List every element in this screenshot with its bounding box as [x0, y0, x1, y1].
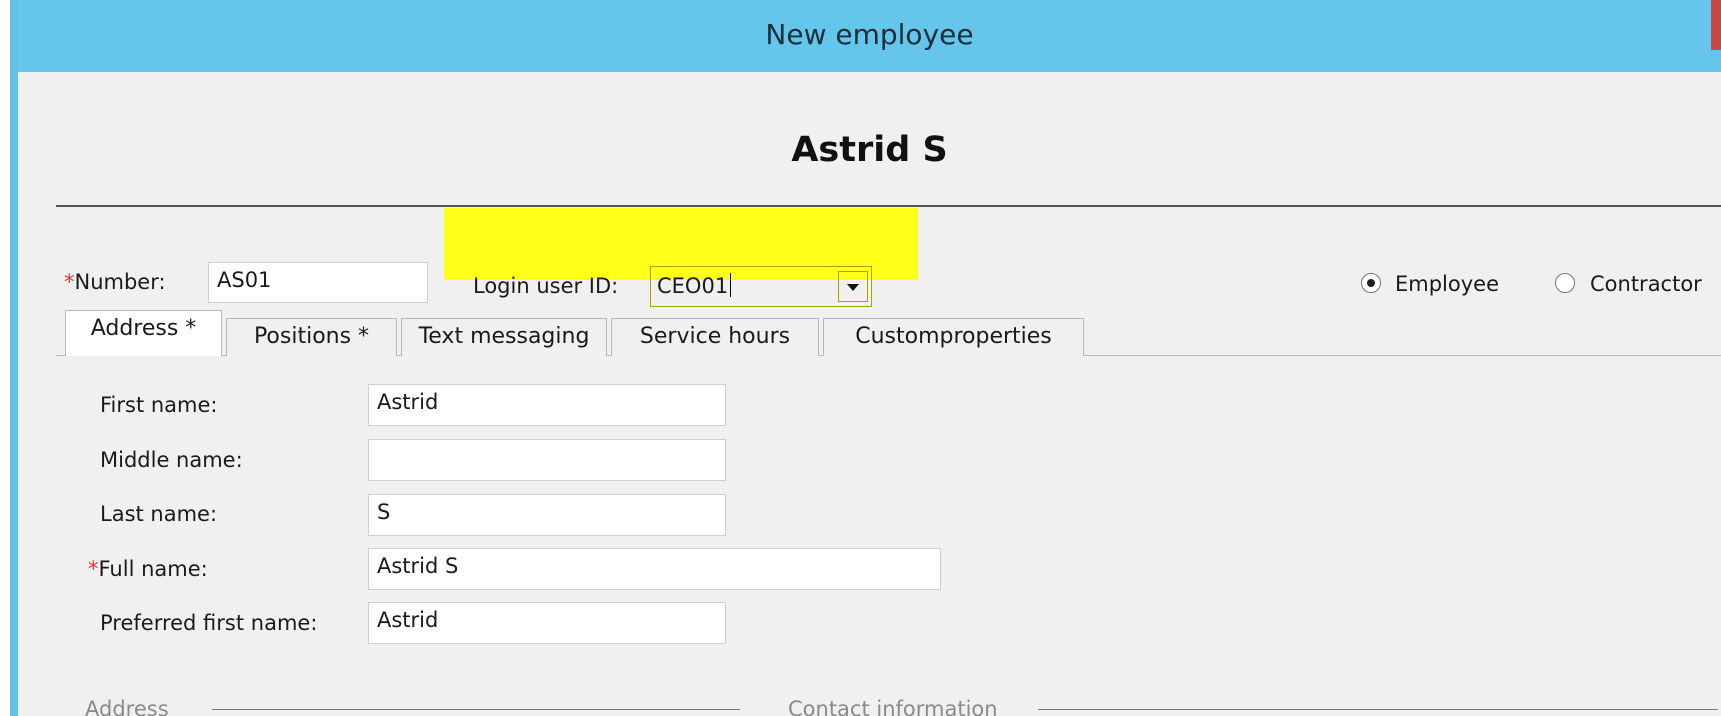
tab-address[interactable]: Address * — [65, 310, 222, 356]
window-title: New employee — [765, 18, 974, 51]
title-bar[interactable]: New employee — [18, 0, 1721, 72]
contact-section-rule — [1038, 709, 1718, 710]
full-name-input[interactable]: Astrid S — [368, 548, 941, 590]
tab-text-messaging[interactable]: Text messaging — [401, 318, 607, 356]
middle-name-label: Middle name: — [100, 448, 243, 472]
first-name-label: First name: — [100, 393, 218, 417]
tab-positions[interactable]: Positions * — [226, 318, 397, 356]
contractor-radio-label[interactable]: Contractor — [1590, 272, 1702, 296]
login-user-id-combobox[interactable]: CEO01 — [650, 266, 872, 307]
number-input[interactable]: AS01 — [208, 262, 428, 303]
number-label: *Number: — [64, 270, 166, 294]
address-section-rule — [212, 709, 740, 710]
close-button[interactable] — [1711, 0, 1721, 50]
employee-name-heading: Astrid S — [791, 130, 948, 170]
middle-name-input[interactable] — [368, 439, 726, 481]
first-name-input[interactable]: Astrid — [368, 384, 726, 426]
full-name-label: *Full name: — [88, 557, 208, 581]
new-employee-window: New employee Astrid S *Number: AS01 Logi… — [10, 0, 1721, 716]
address-section-label: Address — [85, 697, 169, 716]
contractor-radio[interactable] — [1555, 273, 1575, 293]
login-user-id-label: Login user ID: — [473, 274, 619, 298]
employee-radio[interactable] — [1361, 273, 1381, 293]
login-user-id-value: CEO01 — [657, 273, 732, 298]
contact-information-section-label: Contact information — [788, 697, 998, 716]
last-name-label: Last name: — [100, 502, 218, 526]
tab-custom-properties[interactable]: Customproperties — [823, 318, 1084, 356]
required-marker: * — [64, 270, 75, 294]
required-marker: * — [88, 557, 99, 581]
employee-radio-label[interactable]: Employee — [1395, 272, 1499, 296]
tab-service-hours[interactable]: Service hours — [611, 318, 819, 356]
preferred-first-name-input[interactable]: Astrid — [368, 602, 726, 644]
heading-divider — [56, 205, 1721, 207]
preferred-first-name-label: Preferred first name: — [100, 611, 318, 635]
last-name-input[interactable]: S — [368, 494, 726, 536]
chevron-down-icon[interactable] — [838, 271, 868, 302]
